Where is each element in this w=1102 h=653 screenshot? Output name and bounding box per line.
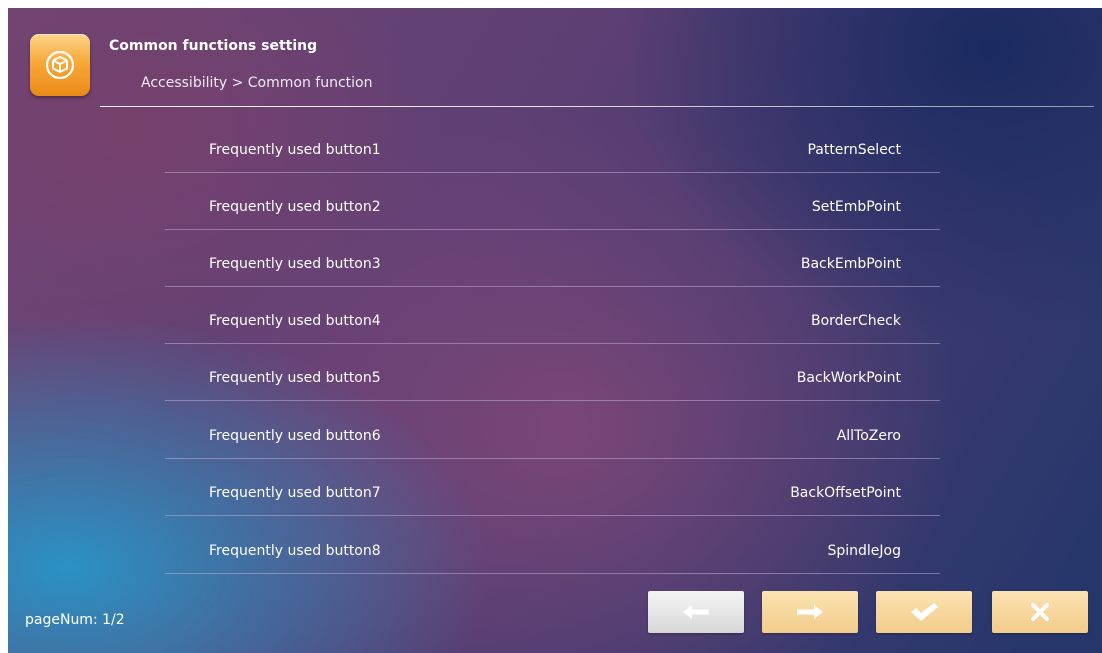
list-item[interactable]: Frequently used button6 AllToZero: [165, 403, 940, 459]
row-value[interactable]: AllToZero: [837, 428, 901, 444]
arrow-left-icon: [683, 605, 709, 619]
close-icon: [1031, 603, 1049, 621]
list-item[interactable]: Frequently used button7 BackOffsetPoint: [165, 460, 940, 516]
row-divider: [165, 515, 940, 516]
row-divider: [165, 172, 940, 173]
row-label: Frequently used button7: [209, 485, 381, 501]
row-label: Frequently used button4: [209, 313, 381, 329]
row-label: Frequently used button5: [209, 370, 381, 386]
row-value[interactable]: BackWorkPoint: [797, 370, 901, 386]
row-label: Frequently used button1: [209, 142, 381, 158]
page-title: Common functions setting: [109, 38, 318, 54]
list-item[interactable]: Frequently used button1 PatternSelect: [165, 117, 940, 173]
row-label: Frequently used button3: [209, 256, 381, 272]
cancel-button[interactable]: [992, 591, 1088, 633]
row-value[interactable]: SetEmbPoint: [812, 199, 901, 215]
row-divider: [165, 286, 940, 287]
list-item[interactable]: Frequently used button4 BorderCheck: [165, 288, 940, 344]
row-label: Frequently used button6: [209, 428, 381, 444]
row-value[interactable]: BackOffsetPoint: [790, 485, 901, 501]
list-item[interactable]: Frequently used button5 BackWorkPoint: [165, 345, 940, 401]
checkmark-icon: [911, 603, 938, 621]
list-item[interactable]: Frequently used button2 SetEmbPoint: [165, 174, 940, 230]
row-label: Frequently used button2: [209, 199, 381, 215]
settings-app-icon: [30, 34, 90, 96]
header-divider: [100, 106, 1094, 107]
previous-page-button[interactable]: [648, 591, 744, 633]
list-item[interactable]: Frequently used button8 SpindleJog: [165, 518, 940, 574]
row-divider: [165, 400, 940, 401]
row-divider: [165, 458, 940, 459]
row-value[interactable]: PatternSelect: [807, 142, 901, 158]
next-page-button[interactable]: [762, 591, 858, 633]
list-item[interactable]: Frequently used button3 BackEmbPoint: [165, 231, 940, 287]
row-value[interactable]: BackEmbPoint: [801, 256, 901, 272]
cube-icon: [45, 50, 75, 80]
row-label: Frequently used button8: [209, 543, 381, 559]
breadcrumb: Accessibility > Common function: [141, 75, 373, 91]
arrow-right-icon: [797, 605, 823, 619]
row-divider: [165, 229, 940, 230]
row-divider: [165, 573, 940, 574]
confirm-button[interactable]: [876, 591, 972, 633]
row-divider: [165, 343, 940, 344]
row-value[interactable]: BorderCheck: [811, 313, 901, 329]
row-value[interactable]: SpindleJog: [827, 543, 901, 559]
page-number: pageNum: 1/2: [25, 612, 125, 628]
